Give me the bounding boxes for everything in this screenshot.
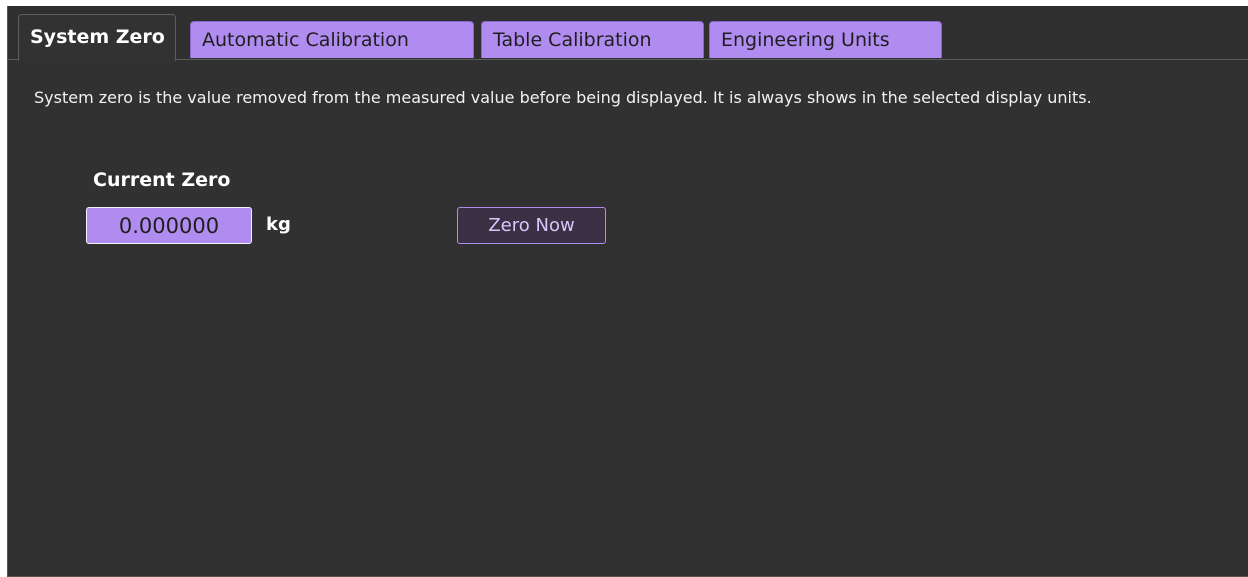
system-zero-panel: System zero is the value removed from th… [8, 59, 1248, 576]
tab-bar: System Zero Automatic Calibration Table … [8, 6, 1248, 61]
calibration-window: System Zero Automatic Calibration Table … [7, 6, 1248, 577]
zero-now-button[interactable]: Zero Now [457, 207, 606, 244]
unit-label: kg [266, 214, 291, 235]
tab-automatic-calibration[interactable]: Automatic Calibration [190, 21, 474, 58]
current-zero-field[interactable] [86, 207, 252, 244]
current-zero-label: Current Zero [93, 169, 231, 191]
system-zero-description: System zero is the value removed from th… [34, 88, 1092, 107]
tab-system-zero[interactable]: System Zero [18, 14, 176, 61]
tab-engineering-units[interactable]: Engineering Units [709, 21, 942, 58]
tab-table-calibration[interactable]: Table Calibration [481, 21, 704, 58]
